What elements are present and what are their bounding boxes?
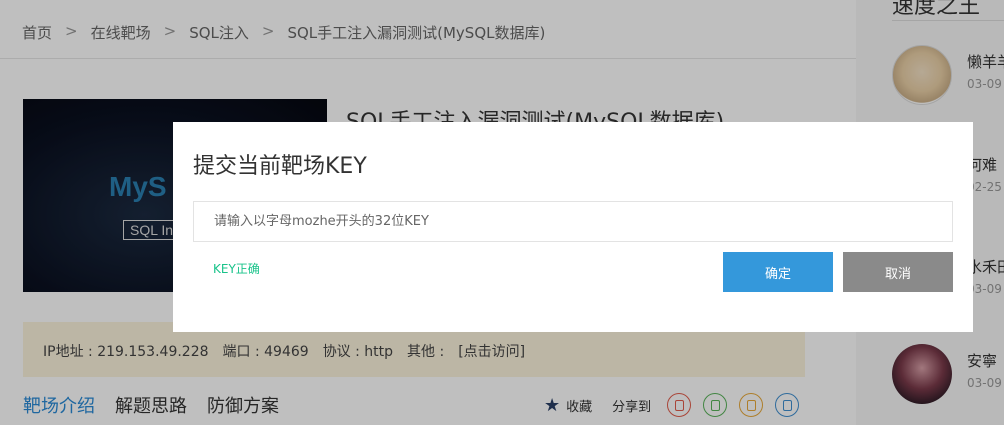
key-input[interactable]	[193, 201, 953, 242]
key-status-message: KEY正确	[213, 262, 260, 276]
submit-key-dialog: 提交当前靶场KEY KEY正确 确定 取消	[173, 122, 973, 332]
cancel-button[interactable]: 取消	[843, 252, 953, 292]
confirm-button[interactable]: 确定	[723, 252, 833, 292]
dialog-title: 提交当前靶场KEY	[193, 154, 367, 179]
